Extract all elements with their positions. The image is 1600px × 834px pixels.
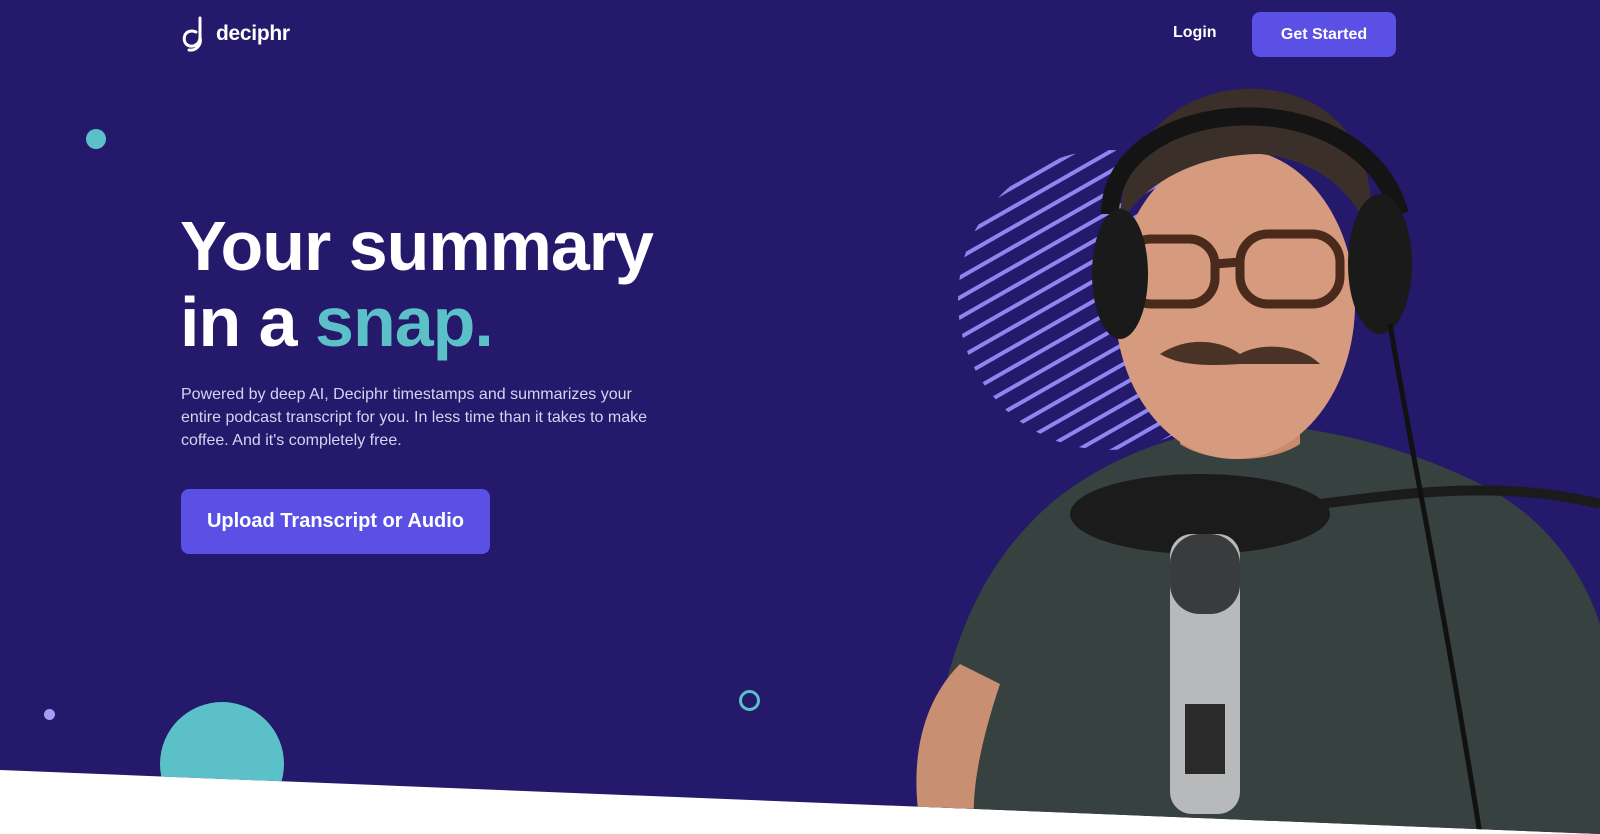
headline-line-1: Your summary — [180, 207, 654, 285]
teal-ring-decoration — [739, 690, 760, 711]
hero-section: deciphr Login Get Started Your summary i… — [0, 0, 1600, 834]
upload-transcript-button[interactable]: Upload Transcript or Audio — [181, 489, 490, 554]
headline-accent: snap. — [315, 283, 494, 361]
hero-description: Powered by deep AI, Deciphr timestamps a… — [181, 386, 647, 449]
deciphr-logo-icon — [182, 16, 202, 52]
get-started-button[interactable]: Get Started — [1252, 12, 1396, 57]
brand-logo[interactable]: deciphr — [180, 14, 290, 54]
podcaster-photo — [916, 88, 1600, 834]
headline-line-2-prefix: in a — [180, 283, 316, 361]
hero-headline: Your summary in a snap. — [180, 207, 654, 361]
teal-dot-decoration — [86, 129, 106, 149]
lavender-dot-decoration — [44, 709, 55, 720]
login-link[interactable]: Login — [1173, 24, 1217, 42]
large-teal-circle-decoration — [160, 702, 284, 826]
brand-name: deciphr — [216, 22, 290, 45]
